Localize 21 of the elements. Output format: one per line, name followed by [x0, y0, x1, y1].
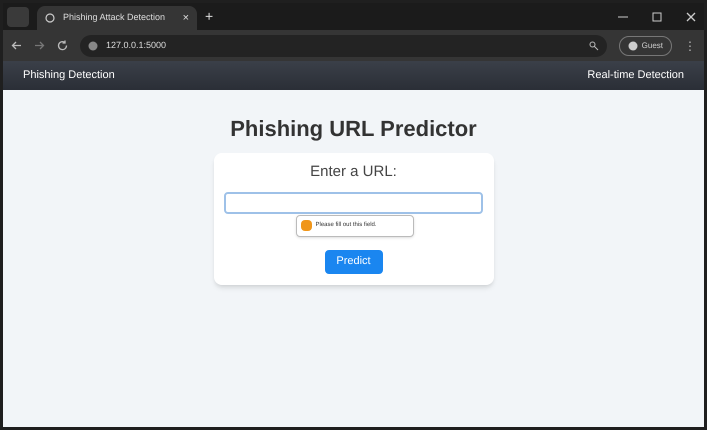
nav-link[interactable]: Real-time Detection — [587, 67, 684, 84]
url-input[interactable] — [224, 192, 483, 214]
browser-tab[interactable]: Phishing Attack Detection × — [37, 6, 197, 30]
tab-title: Phishing Attack Detection — [63, 11, 166, 24]
close-icon[interactable] — [686, 12, 696, 22]
url-text: 127.0.0.1:5000 — [106, 38, 166, 52]
close-tab-button[interactable]: × — [182, 10, 189, 26]
forward-icon[interactable] — [34, 40, 45, 51]
reload-icon[interactable] — [57, 40, 68, 51]
brand-link[interactable]: Phishing Detection — [23, 67, 115, 84]
globe-icon — [45, 13, 55, 23]
back-icon[interactable] — [11, 40, 22, 51]
url-label: Enter a URL: — [310, 162, 397, 182]
profile-button[interactable]: Guest — [618, 36, 672, 56]
predict-button[interactable]: Predict — [324, 250, 382, 274]
maximize-icon[interactable] — [652, 12, 662, 22]
page-heading: Phishing URL Predictor — [230, 118, 477, 140]
menu-button[interactable]: ⋮ — [684, 36, 696, 54]
warning-icon — [300, 220, 312, 231]
new-tab-button[interactable]: + — [205, 6, 214, 27]
address-bar[interactable]: 127.0.0.1:5000 — [80, 34, 607, 56]
